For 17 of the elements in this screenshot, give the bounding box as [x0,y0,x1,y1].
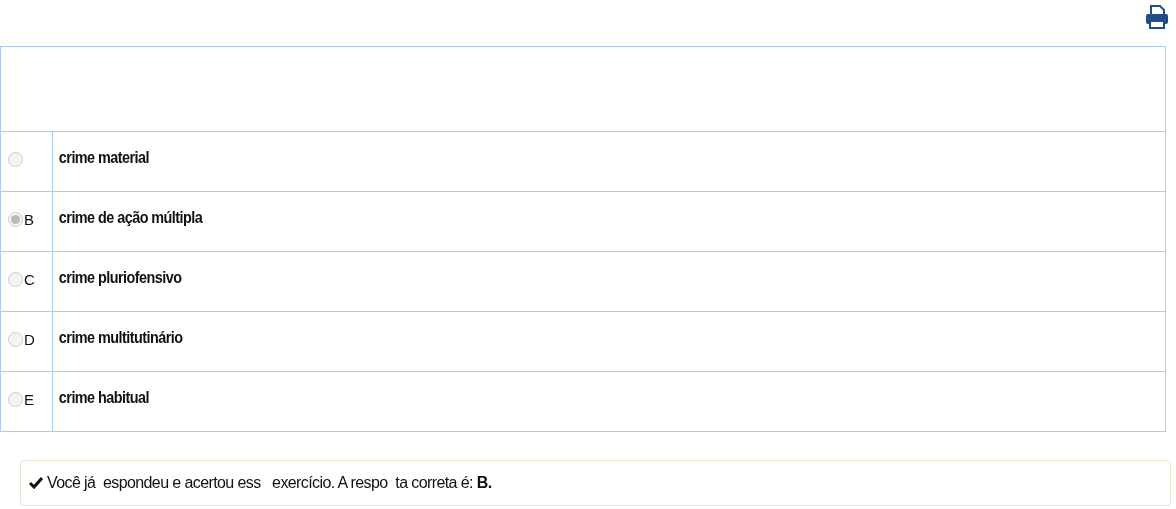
option-letter: E [24,392,34,407]
option-text: crime de ação múltipla [58,209,202,226]
option-text: crime habitual [58,389,149,406]
radio-button[interactable] [8,332,23,347]
feedback-text: Você já espondeu e acertou ess exercício. A respo ta correta é: B. [47,473,492,493]
option-letter: D [24,332,35,347]
radio-button[interactable] [8,272,23,287]
check-icon [29,477,43,489]
option-text: crime multitutinário [58,329,182,346]
option-letter: B [24,212,34,227]
option-letter: C [24,272,35,287]
printer-icon[interactable] [1144,4,1170,30]
option-text: crime pluriofensivo [58,269,181,286]
radio-button[interactable] [8,212,23,227]
radio-button[interactable] [8,392,23,407]
radio-button[interactable] [8,152,23,167]
option-text: crime material [58,149,149,166]
